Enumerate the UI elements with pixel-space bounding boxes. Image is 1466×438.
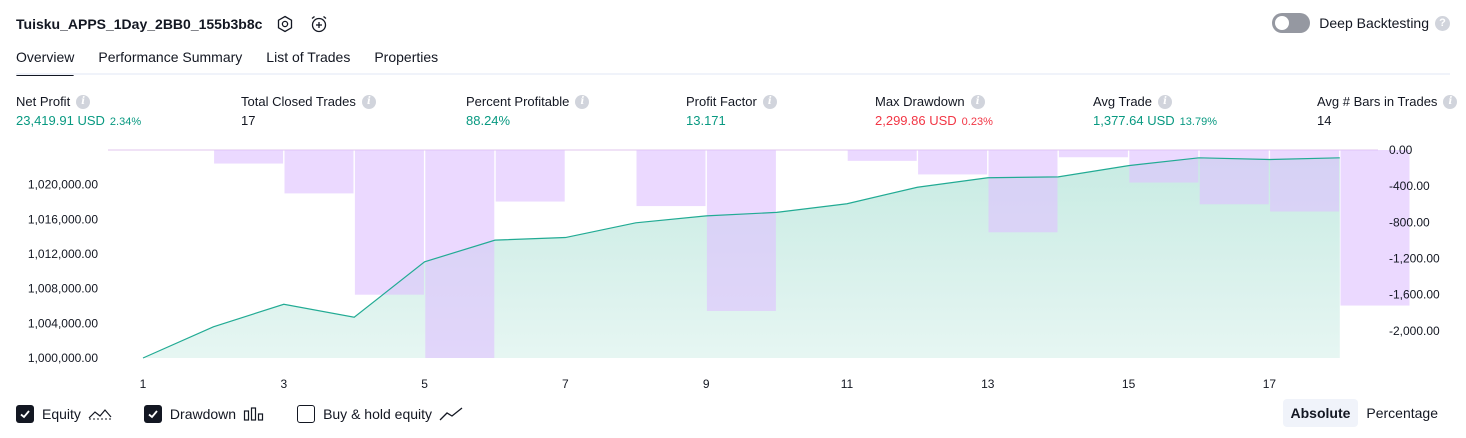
x-tick-label: 3	[280, 377, 287, 391]
drawdown-bar	[706, 150, 776, 311]
drawdown-bar	[425, 150, 495, 358]
deep-backtesting-toggle[interactable]	[1272, 13, 1311, 33]
metric-title: Net Profit	[16, 94, 71, 109]
metric-pct: 13.79%	[1179, 116, 1217, 128]
equity-line-icon	[88, 406, 112, 422]
metric-percent-profitable: Percent Profitable i 88.24%	[466, 93, 590, 128]
y-left-tick-label: 1,000,000.00	[28, 351, 98, 365]
metric-value: 2,299.86 USD	[875, 113, 957, 128]
y-left-tick-label: 1,020,000.00	[28, 178, 98, 192]
metric-title: Avg # Bars in Trades	[1317, 94, 1438, 109]
x-tick-label: 15	[1122, 377, 1136, 391]
settings-hexagon-icon[interactable]	[274, 13, 296, 35]
drawdown-bar	[847, 150, 917, 161]
metric-avg-trade: Avg Trade i 1,377.64 USD 13.79%	[1093, 93, 1217, 128]
help-icon[interactable]: ?	[1435, 15, 1450, 31]
metric-pct: 0.23%	[961, 116, 993, 128]
strategy-header: Tuisku_APPS_1Day_2BB0_155b3b8c	[16, 12, 330, 36]
metric-title: Total Closed Trades	[241, 94, 356, 109]
metric-pct: 2.34%	[109, 116, 142, 128]
x-tick-label: 11	[841, 377, 854, 391]
y-right-tick-label: -1,600.00	[1389, 288, 1440, 302]
metric-value: 13.171	[686, 113, 726, 128]
info-icon[interactable]: i	[762, 94, 777, 109]
equity-checkbox[interactable]	[16, 405, 34, 423]
x-tick-label: 7	[562, 377, 569, 391]
metric-value: 23,419.91 USD	[16, 113, 105, 128]
metric-avg-bars: Avg # Bars in Trades i 14	[1317, 93, 1458, 128]
info-icon[interactable]: i	[1158, 94, 1173, 109]
drawdown-bars-icon	[243, 406, 265, 422]
drawdown-bar	[1058, 150, 1128, 158]
y-right-tick-label: -2,000.00	[1389, 324, 1440, 338]
view-mode-toggle: Absolute Percentage	[1282, 399, 1447, 427]
y-right-tick-label: -1,200.00	[1389, 252, 1440, 266]
tabs-bar: Overview Performance Summary List of Tra…	[16, 46, 462, 76]
metric-title: Percent Profitable	[466, 94, 570, 109]
legend-equity[interactable]: Equity	[16, 405, 112, 423]
tab-list-of-trades[interactable]: List of Trades	[266, 46, 350, 76]
y-right-tick-label: 0.00	[1389, 143, 1413, 157]
legend-equity-label: Equity	[42, 406, 81, 422]
strategy-name: Tuisku_APPS_1Day_2BB0_155b3b8c	[16, 16, 263, 32]
tab-properties[interactable]: Properties	[374, 46, 438, 76]
legend-buy-hold[interactable]: Buy & hold equity	[297, 405, 463, 423]
x-tick-label: 17	[1263, 377, 1277, 391]
tab-performance-summary[interactable]: Performance Summary	[98, 46, 242, 76]
drawdown-bar	[988, 150, 1058, 233]
drawdown-checkbox[interactable]	[143, 405, 162, 423]
y-right-tick-label: -400.00	[1389, 179, 1430, 193]
deep-backtesting-label: Deep Backtesting	[1319, 15, 1429, 31]
info-icon[interactable]: i	[970, 94, 985, 109]
metric-profit-factor: Profit Factor i 13.171	[686, 93, 777, 128]
metric-value: 14	[1317, 113, 1332, 128]
drawdown-bar	[495, 150, 565, 202]
info-icon[interactable]: i	[361, 94, 376, 109]
metric-total-closed-trades: Total Closed Trades i 17	[241, 93, 376, 128]
y-left-tick-label: 1,004,000.00	[28, 316, 98, 330]
toggle-knob	[1275, 16, 1290, 30]
info-icon[interactable]: i	[575, 94, 590, 109]
legend-buy-hold-label: Buy & hold equity	[323, 406, 433, 422]
metric-value: 17	[241, 113, 256, 128]
info-icon[interactable]: i	[1443, 94, 1458, 109]
equity-drawdown-chart[interactable]: 1,000,000.00 1,004,000.00 1,008,000.00 1,01…	[0, 140, 1466, 400]
info-icon[interactable]: i	[76, 94, 91, 109]
drawdown-bar	[918, 150, 988, 175]
legend-drawdown-label: Drawdown	[169, 406, 237, 422]
absolute-button[interactable]: Absolute	[1282, 399, 1359, 427]
buy-hold-checkbox[interactable]	[297, 405, 316, 423]
x-tick-label: 1	[140, 377, 147, 391]
tab-overview[interactable]: Overview	[16, 46, 75, 76]
metric-value: 1,377.64 USD	[1093, 113, 1175, 128]
metric-title: Avg Trade	[1093, 94, 1153, 109]
deep-backtesting: Deep Backtesting ?	[1272, 13, 1450, 33]
drawdown-bar	[354, 150, 424, 295]
drawdown-bar	[214, 150, 284, 164]
drawdown-bar	[636, 150, 706, 207]
metric-max-drawdown: Max Drawdown i 2,299.86 USD 0.23%	[875, 93, 993, 128]
metric-value: 88.24%	[466, 113, 511, 128]
y-left-tick-label: 1,012,000.00	[28, 247, 98, 261]
drawdown-bar	[284, 150, 354, 194]
metric-title: Profit Factor	[686, 94, 757, 109]
x-tick-label: 13	[981, 377, 995, 391]
y-left-tick-label: 1,008,000.00	[28, 282, 98, 296]
metric-title: Max Drawdown	[875, 94, 965, 109]
y-left-tick-label: 1,016,000.00	[28, 212, 98, 226]
x-tick-label: 9	[703, 377, 710, 391]
metric-net-profit: Net Profit i 23,419.91 USD 2.34%	[16, 93, 141, 128]
alarm-clock-plus-icon[interactable]	[308, 13, 330, 35]
tabs-divider	[16, 73, 1450, 75]
drawdown-bar	[1129, 150, 1199, 183]
y-right-tick-label: -800.00	[1389, 215, 1430, 229]
chart-legend: Equity Drawdown Buy & hold equity	[16, 403, 495, 425]
x-tick-label: 5	[421, 377, 428, 391]
legend-drawdown[interactable]: Drawdown	[143, 405, 265, 423]
percentage-button[interactable]: Percentage	[1358, 399, 1446, 427]
buy-hold-line-icon	[439, 406, 463, 422]
